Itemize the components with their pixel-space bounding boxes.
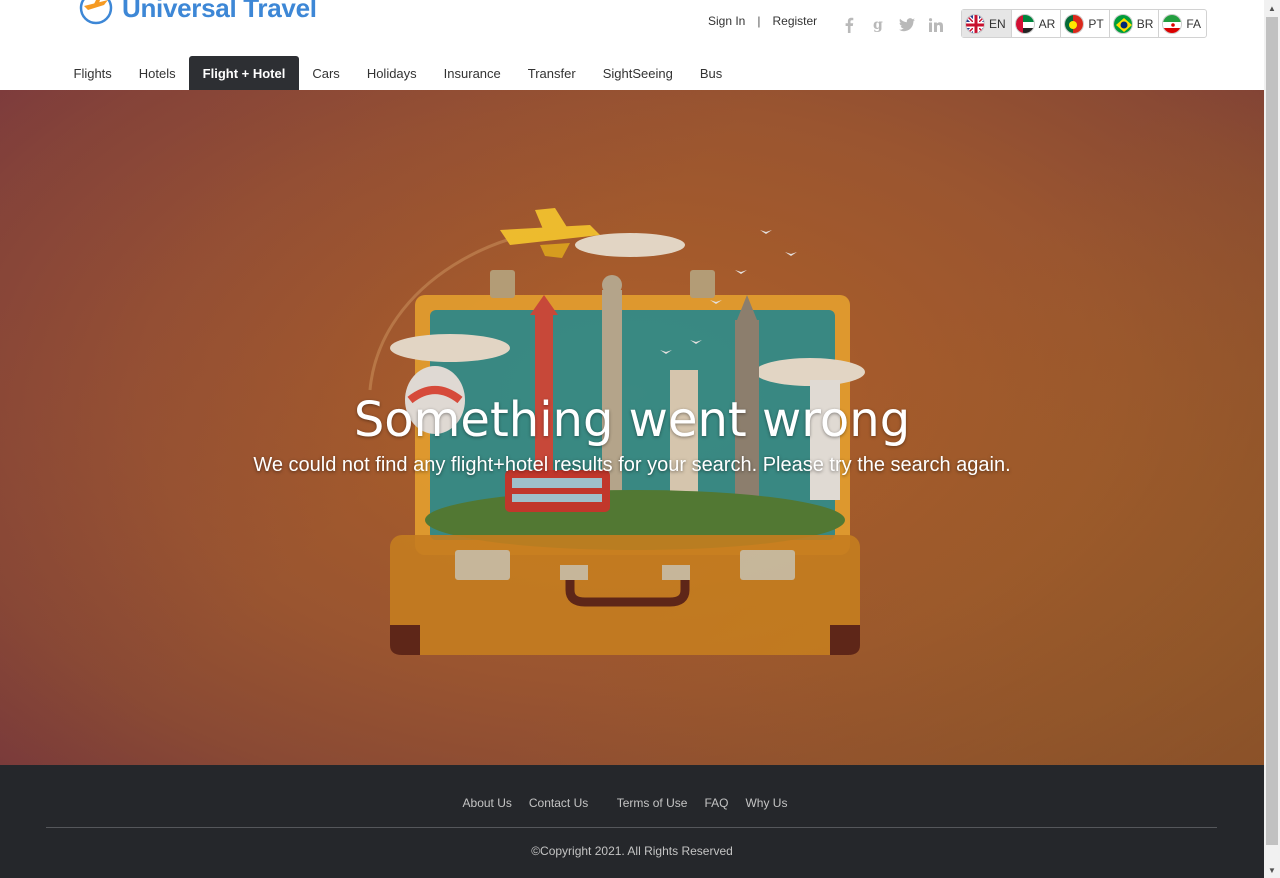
footer-links: About Us Contact Us Terms of Use FAQ Why Us	[0, 796, 1250, 810]
language-option-br[interactable]: BR	[1110, 10, 1160, 37]
auth-separator: |	[757, 14, 761, 28]
copyright-text: ©Copyright 2021. All Rights Reserved	[531, 844, 733, 858]
main-nav: Flights Hotels Flight + Hotel Cars Holidays I…	[60, 56, 736, 90]
scrollbar-thumb[interactable]	[1266, 17, 1278, 845]
google-icon[interactable]: g	[863, 16, 892, 34]
language-code: FA	[1186, 16, 1202, 31]
footer-link-contact-us[interactable]: Contact Us	[529, 796, 588, 810]
portugal-flag-icon	[1064, 13, 1085, 34]
sign-in-link[interactable]: Sign In	[708, 14, 745, 28]
language-switcher: EN AR PT BR FA	[961, 9, 1208, 38]
nav-tab-cars[interactable]: Cars	[299, 56, 353, 90]
nav-tab-flights[interactable]: Flights	[60, 56, 125, 90]
nav-tab-flight-hotel[interactable]: Flight + Hotel	[189, 56, 299, 90]
footer-link-faq[interactable]: FAQ	[704, 796, 728, 810]
error-title: Something went wrong	[353, 392, 911, 448]
uk-flag-icon	[965, 13, 985, 34]
nav-tab-holidays[interactable]: Holidays	[353, 56, 430, 90]
globe-plane-icon	[76, 0, 116, 28]
language-option-ar[interactable]: AR	[1012, 10, 1062, 37]
vertical-scrollbar[interactable]: ▲ ▼	[1264, 0, 1280, 878]
error-message: We could not find any flight+hotel resul…	[253, 454, 1011, 476]
footer-link-terms-of-use[interactable]: Terms of Use	[617, 796, 688, 810]
social-links: g	[834, 16, 950, 34]
register-link[interactable]: Register	[772, 14, 817, 28]
scroll-down-arrow-icon[interactable]: ▼	[1264, 862, 1280, 878]
nav-tab-hotels[interactable]: Hotels	[125, 56, 189, 90]
language-code: BR	[1136, 16, 1154, 31]
twitter-icon[interactable]	[892, 16, 921, 34]
uae-flag-icon	[1014, 13, 1035, 34]
site-footer: About Us Contact Us Terms of Use FAQ Why Us …	[0, 765, 1264, 878]
footer-link-about-us[interactable]: About Us	[463, 796, 512, 810]
site-logo[interactable]: Universal Travel	[76, 0, 317, 26]
language-code: PT	[1088, 16, 1104, 31]
scroll-up-arrow-icon[interactable]: ▲	[1264, 0, 1280, 16]
svg-text:g: g	[873, 17, 883, 33]
language-option-fa[interactable]: FA	[1159, 10, 1206, 37]
language-code: AR	[1038, 16, 1056, 31]
nav-tab-bus[interactable]: Bus	[686, 56, 735, 90]
linkedin-icon[interactable]	[921, 16, 950, 34]
language-option-pt[interactable]: PT	[1061, 10, 1110, 37]
language-option-en[interactable]: EN	[962, 10, 1012, 37]
language-code: EN	[989, 16, 1006, 31]
brazil-flag-icon	[1112, 13, 1133, 34]
nav-tab-transfer[interactable]: Transfer	[514, 56, 589, 90]
nav-tab-insurance[interactable]: Insurance	[430, 56, 514, 90]
footer-link-why-us[interactable]: Why Us	[745, 796, 787, 810]
site-header: Universal Travel Sign In | Register g EN…	[0, 0, 1264, 90]
iran-flag-icon	[1162, 13, 1183, 34]
nav-tab-sightseeing[interactable]: SightSeeing	[589, 56, 686, 90]
footer-divider	[46, 827, 1217, 828]
auth-links: Sign In | Register	[708, 14, 817, 28]
hero-banner: Something went wrong We could not find a…	[0, 90, 1264, 765]
brand-name: Universal Travel	[122, 0, 317, 23]
facebook-icon[interactable]	[834, 16, 863, 34]
